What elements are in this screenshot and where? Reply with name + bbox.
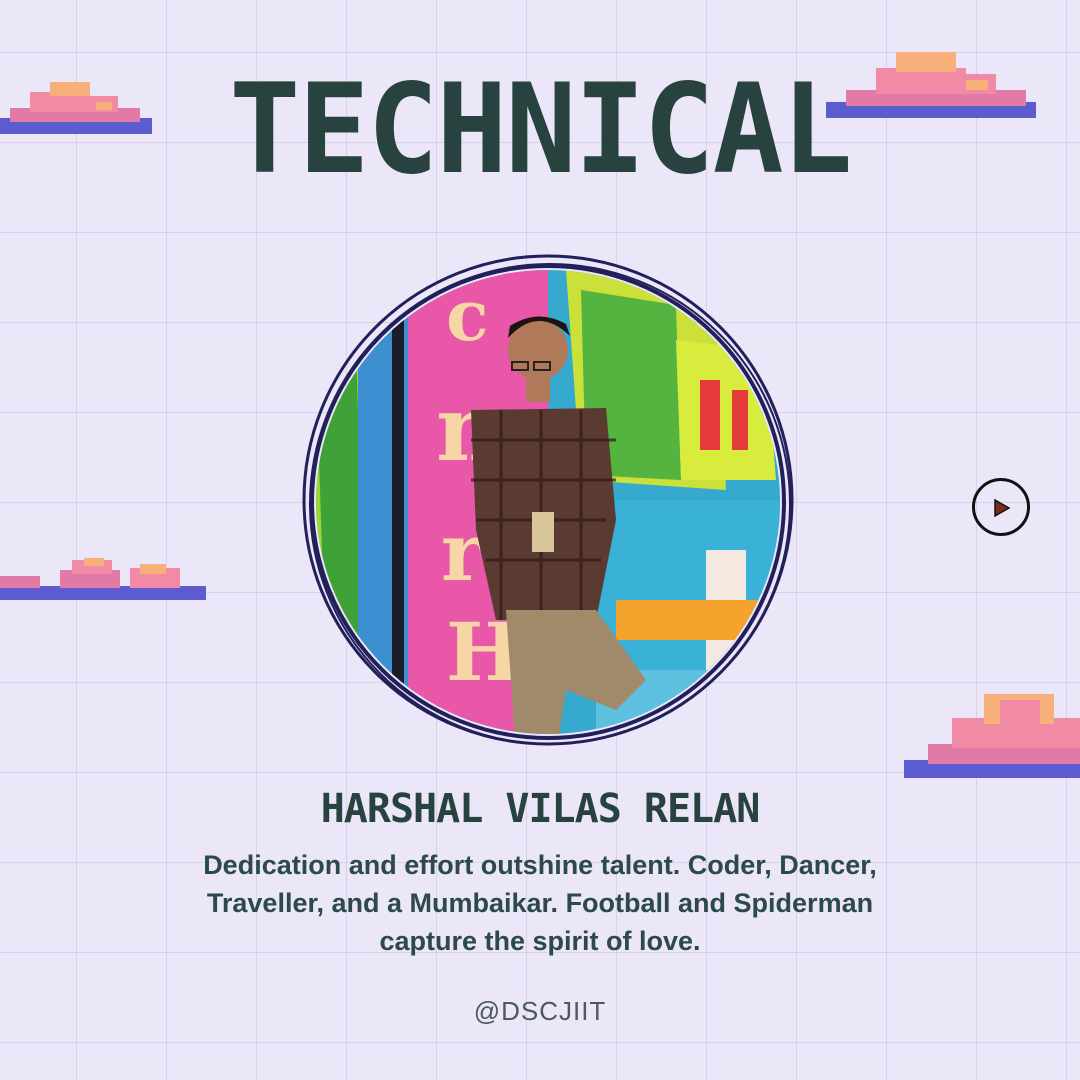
pixel-cloud-icon [826,52,1036,118]
pixel-cloud-icon [0,82,152,134]
pixel-cloud-icon [904,694,1080,778]
social-handle: @DSCJIIT [473,996,607,1026]
play-button[interactable] [972,478,1030,536]
pixel-cloud-icon [0,558,206,600]
profile-photo: c n r H [296,250,800,754]
profile-bio: Dedication and effort outshine talent. C… [203,850,877,956]
profile-name: HARSHAL VILAS RELAN [320,786,761,832]
play-icon [994,498,1011,518]
